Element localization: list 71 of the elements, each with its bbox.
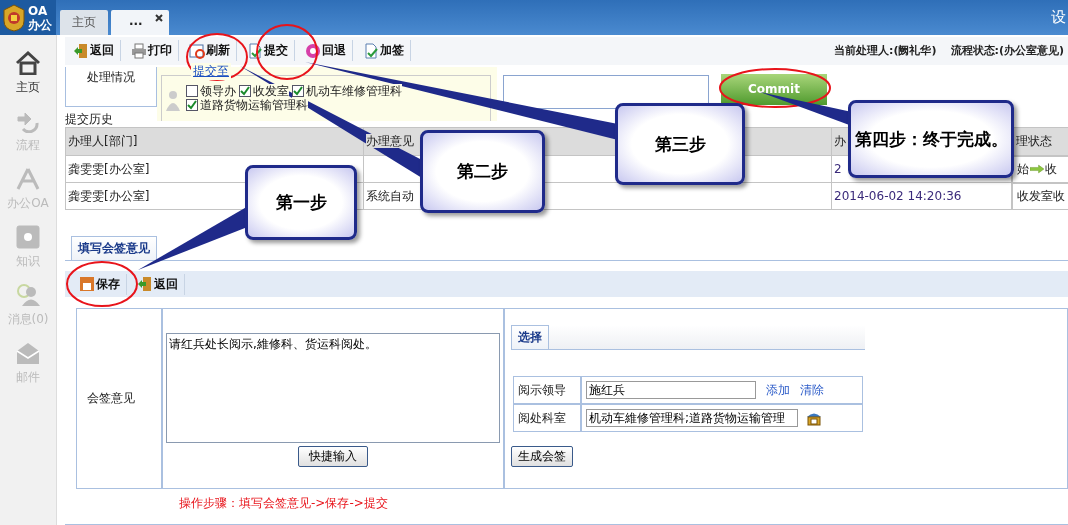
current-handler: 当前处理人:(阙礼华) [834, 43, 937, 59]
callout-label: 第四步：终于完成。 [848, 100, 1014, 178]
door-icon [137, 276, 153, 293]
home-icon [15, 51, 41, 75]
floppy-icon [79, 276, 95, 293]
checkbox[interactable] [186, 84, 198, 97]
printer-icon [131, 42, 147, 59]
checkbox-option[interactable]: 机动车维修管理科 [292, 83, 402, 98]
toolbar-button[interactable]: 刷新 [183, 40, 237, 62]
person-icon [166, 89, 180, 112]
checkbox-option[interactable]: 领导办 [186, 83, 236, 98]
header-link[interactable]: 设 [1051, 8, 1066, 27]
sidebar-item[interactable]: 主页 [1, 51, 55, 101]
emblem-icon [2, 3, 26, 32]
highlight-circle [66, 261, 138, 307]
add-link[interactable]: 添加 [766, 381, 790, 399]
toolbar-button[interactable]: 打印 [125, 40, 179, 62]
table-cell: 2014-06-02 14:20:36 [834, 189, 962, 204]
column-header: 理状态 [1016, 133, 1052, 148]
table-cell: 收发室收 [1017, 187, 1065, 205]
steps-note: 操作步骤：填写会签意见->保存->提交 [179, 495, 389, 512]
field-label: 会签意见 [77, 309, 163, 488]
checkbox[interactable] [292, 84, 304, 97]
form-tab[interactable]: 填写会签意见 [71, 236, 157, 261]
form-tab[interactable]: 选择 [511, 325, 549, 350]
callout-label: 第三步 [615, 103, 745, 185]
checkbox[interactable] [239, 84, 251, 97]
page-tab[interactable]: ... [111, 10, 169, 35]
person-icon [15, 283, 41, 307]
document-check-icon [363, 42, 379, 59]
section-title: 提交历史 [65, 110, 113, 127]
checkbox-option[interactable]: 收发室 [239, 83, 289, 98]
logo-text: OA [28, 3, 49, 18]
field-label: 阅示领导 [514, 377, 582, 404]
table-cell: 系统自动 [366, 188, 414, 203]
toolbar-button[interactable]: 回退 [299, 40, 353, 62]
column-header: 办理人[部门] [68, 133, 138, 148]
toolbar-button[interactable]: 返回 [131, 273, 185, 295]
envelope-icon [15, 341, 41, 365]
department-field[interactable]: 机动车維修管理科;道路货物运输管理 [586, 409, 798, 428]
table-cell: 2 [834, 162, 842, 177]
callout-label: 第一步 [245, 165, 357, 240]
column-header: 办 [834, 133, 846, 148]
toolbar-button[interactable]: 提交 [241, 40, 295, 62]
circle-icon [305, 42, 321, 59]
generate-button[interactable]: 生成会签 [511, 446, 573, 468]
document-check-icon [247, 42, 263, 59]
column-header: 办理意见 [366, 133, 414, 148]
table-cell: 收 [1045, 160, 1057, 178]
quick-input-button[interactable]: 快捷输入 [298, 446, 368, 468]
flow-status: 流程状态:(办公室意见) [950, 43, 1064, 59]
sidebar-label: 主页 [16, 79, 40, 96]
door-icon [73, 42, 89, 59]
toolbar-button[interactable]: 返回 [67, 40, 121, 62]
checkbox[interactable] [186, 98, 198, 111]
field-label: 阅处科室 [514, 405, 582, 432]
highlight-circle [186, 33, 248, 81]
page-tab[interactable]: 主页 [60, 10, 108, 35]
table-cell: 始 [1017, 160, 1029, 178]
refresh-icon [189, 42, 205, 59]
arrow-icon [1030, 164, 1044, 175]
logo-subtext: 办公 [28, 17, 52, 32]
toolbar-button[interactable]: 保存 [73, 273, 127, 295]
leader-field[interactable]: 施红兵 [586, 381, 756, 400]
toolbar-button[interactable]: 加签 [357, 40, 411, 62]
clear-link[interactable]: 清除 [800, 381, 824, 399]
opinion-textarea[interactable]: 请红兵处长阅示,維修科、货运科阅处。 [166, 333, 500, 444]
compass-icon [15, 167, 41, 191]
close-icon[interactable] [154, 14, 163, 22]
callout-label: 第二步 [420, 130, 545, 213]
highlight-circle [256, 24, 318, 80]
